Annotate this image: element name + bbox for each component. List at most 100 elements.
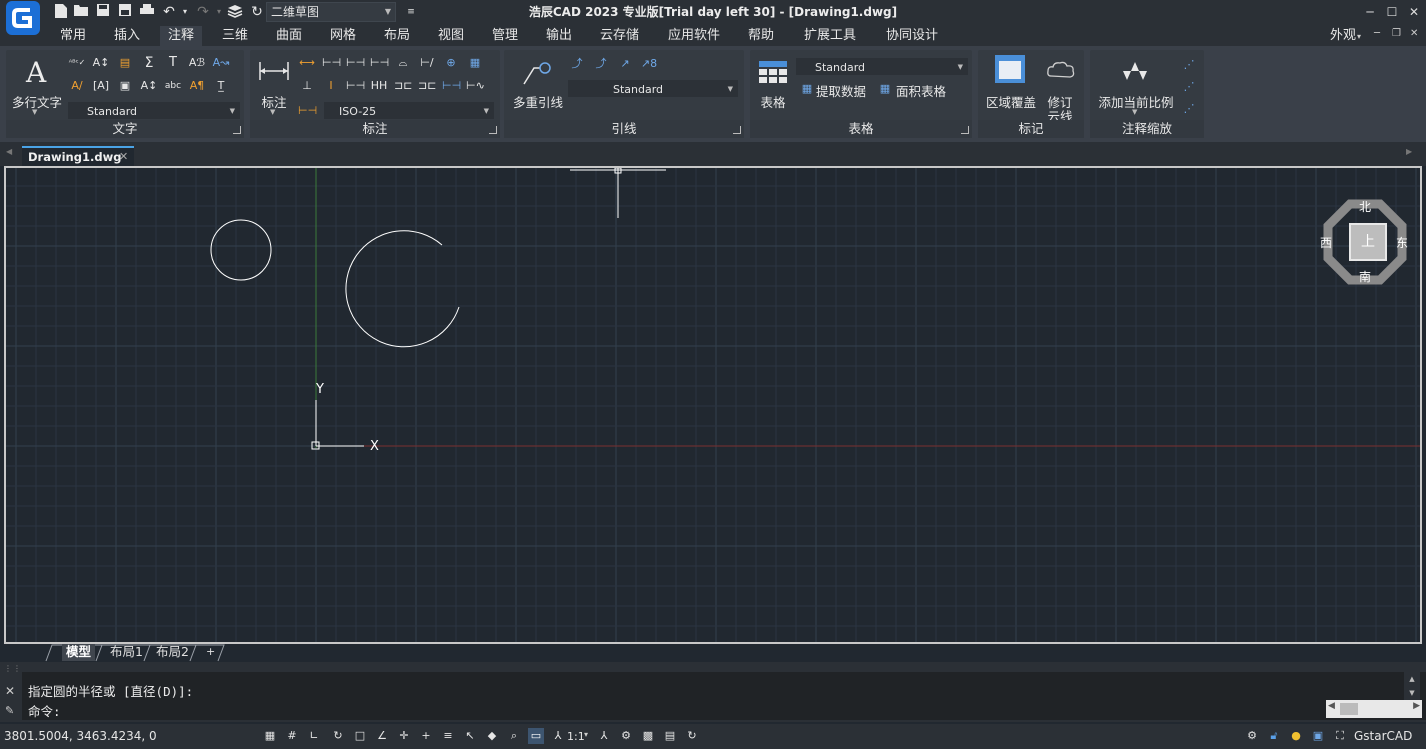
scale-remove-icon[interactable]: ⋰ [1180,78,1198,96]
dim-center-icon[interactable]: ⊕ [442,54,460,72]
leader-remove-icon[interactable]: ⤴ [592,55,610,73]
customize-quick-access-icon[interactable]: ≡ [402,3,420,21]
multileader-icon[interactable] [520,60,552,86]
annotation-scale-dropdown-icon[interactable]: ▾ [584,730,588,739]
text-explode-icon[interactable]: T̲ [212,77,230,95]
text-style-icon[interactable]: Aℬ [188,54,206,72]
minimize-icon[interactable]: ─ [1360,3,1380,21]
leader-collect-icon[interactable]: ↗8 [640,55,658,73]
tab-cloud[interactable]: 云存储 [592,26,647,46]
new-icon[interactable] [52,3,70,21]
annotation-scale-icon[interactable]: ⅄ [550,728,566,744]
doc-minimize-icon[interactable]: ─ [1374,28,1380,39]
viewcube-top-face[interactable]: 上 [1350,224,1386,260]
grid-icon[interactable]: # [284,728,300,744]
text-replace-icon[interactable]: A¶ [188,77,206,95]
scroll-thumb[interactable] [1340,703,1358,715]
scale-add-icon[interactable]: ⋰ [1180,56,1198,74]
dim-style-select[interactable]: ISO-25 ▼ [324,102,494,119]
table-button[interactable]: 表格 [752,92,794,111]
drawing-area[interactable]: Y X [6,168,1420,642]
layout-tab-layout2[interactable]: 布局2 [152,644,193,661]
app-logo-icon[interactable] [6,1,40,35]
refresh-icon[interactable]: ↻ [248,3,266,21]
tab-mesh[interactable]: 网格 [322,26,364,46]
command-input[interactable] [66,698,1320,720]
text-justify-icon[interactable]: A↕ [140,77,158,95]
undo-dropdown-icon[interactable]: ▾ [176,3,194,21]
tab-apps[interactable]: 应用软件 [660,26,728,46]
extract-data-button[interactable]: 提取数据 [816,81,866,100]
print-icon[interactable] [138,3,156,21]
tab-common[interactable]: 常用 [52,26,94,46]
polar-icon[interactable]: ↻ [330,728,346,744]
dim-ordinate-icon[interactable]: HH [370,77,388,95]
otrack-icon[interactable]: ∠ [374,728,390,744]
revcloud-icon[interactable] [1046,60,1076,82]
find-text-icon[interactable]: A↕ [92,54,110,72]
tab-view[interactable]: 视图 [430,26,472,46]
model-space-icon[interactable]: ▭ [528,728,544,744]
snap-icon[interactable]: ▦ [262,728,278,744]
add-scale-icon[interactable] [1122,58,1148,84]
command-settings-icon[interactable]: ✎ [5,704,14,717]
doc-restore-icon[interactable]: ❐ [1392,28,1401,39]
annotation-scale-value[interactable]: 1:1 [567,730,585,743]
dimension-panel-launcher-icon[interactable] [489,126,497,134]
open-icon[interactable] [72,3,90,21]
close-icon[interactable]: ✕ [1404,3,1424,21]
compass-west[interactable]: 西 [1320,234,1332,251]
annotation-visibility-icon[interactable]: ⅄ [596,728,612,744]
dim-baseline-icon[interactable]: ⊢⊣ [346,54,365,72]
text-align-icon[interactable]: T [164,54,182,72]
dimension-dropdown-icon[interactable]: ▼ [270,108,275,116]
text-edit-icon[interactable]: ▤ [116,54,134,72]
ortho-icon[interactable]: ∟ [306,728,322,744]
tab-manage[interactable]: 管理 [484,26,526,46]
tab-3d[interactable]: 三维 [214,26,256,46]
drawing-canvas[interactable]: Y X 上 北 南 东 西 [4,166,1422,644]
lock-icon[interactable]: 🔓︎ [1266,728,1282,744]
area-table-button[interactable]: 面积表格 [896,81,946,100]
dim-linear-icon[interactable]: ⟷ [298,54,316,72]
arc-text-icon[interactable]: A↝ [212,54,230,72]
spellcheck-icon[interactable]: ᴬᴮᶜ✓ [68,54,86,72]
mtext-icon[interactable]: A [26,56,46,89]
dim-inspect-icon[interactable]: ▦ [466,54,484,72]
leader-align-icon[interactable]: ↗ [616,55,634,73]
tab-output[interactable]: 输出 [538,26,580,46]
hardware-accel-icon[interactable]: ▣ [1310,728,1326,744]
scroll-right-icon[interactable]: ▶ [1413,701,1420,711]
tab-layout[interactable]: 布局 [376,26,418,46]
dim-aligned-icon[interactable]: ⊢⊣ [322,54,341,72]
compass-north[interactable]: 北 [1359,198,1371,215]
workspace-select[interactable]: 二维草图 ▼ [266,2,396,22]
saveas-icon[interactable] [116,3,134,21]
viewcube[interactable]: 上 北 南 东 西 [1320,198,1410,288]
compass-east[interactable]: 东 [1396,234,1408,251]
document-close-icon[interactable]: ✕ [119,150,128,163]
tab-annotate[interactable]: 注释 [160,26,203,46]
dimension-icon[interactable] [258,58,290,84]
dim-break-icon[interactable]: ⊥ [298,77,316,95]
wipeout-button[interactable]: 区域覆盖 [982,92,1040,111]
command-grip-icon[interactable]: ⋮⋮ [4,664,22,673]
tab-help[interactable]: 帮助 [740,26,782,46]
command-scrollbar[interactable]: ▲ ▼ [1404,672,1420,700]
layer-icon[interactable]: ◆ [484,728,500,744]
layers-icon[interactable] [226,3,244,21]
scroll-right-icon[interactable]: ▶ [1406,147,1412,156]
dyn-icon[interactable]: + [418,728,434,744]
compass-south[interactable]: 南 [1359,268,1371,285]
workspace-switch-icon[interactable]: ⚙ [618,728,634,744]
properties-icon[interactable]: ▤ [662,728,678,744]
appearance-dropdown-icon[interactable]: ▾ [1357,32,1361,41]
notification-bulb-icon[interactable]: ● [1288,728,1304,744]
dim-space-icon[interactable]: I [322,77,340,95]
document-tab[interactable]: Drawing1.dwg ✕ [22,146,134,166]
layout-tab-add[interactable]: + [202,644,219,661]
sync-icon[interactable]: ↻ [684,728,700,744]
text-panel-launcher-icon[interactable] [233,126,241,134]
add-scale-dropdown-icon[interactable]: ▼ [1132,108,1137,116]
dim-tolerance-icon[interactable]: ⊐⊏ [394,77,412,95]
